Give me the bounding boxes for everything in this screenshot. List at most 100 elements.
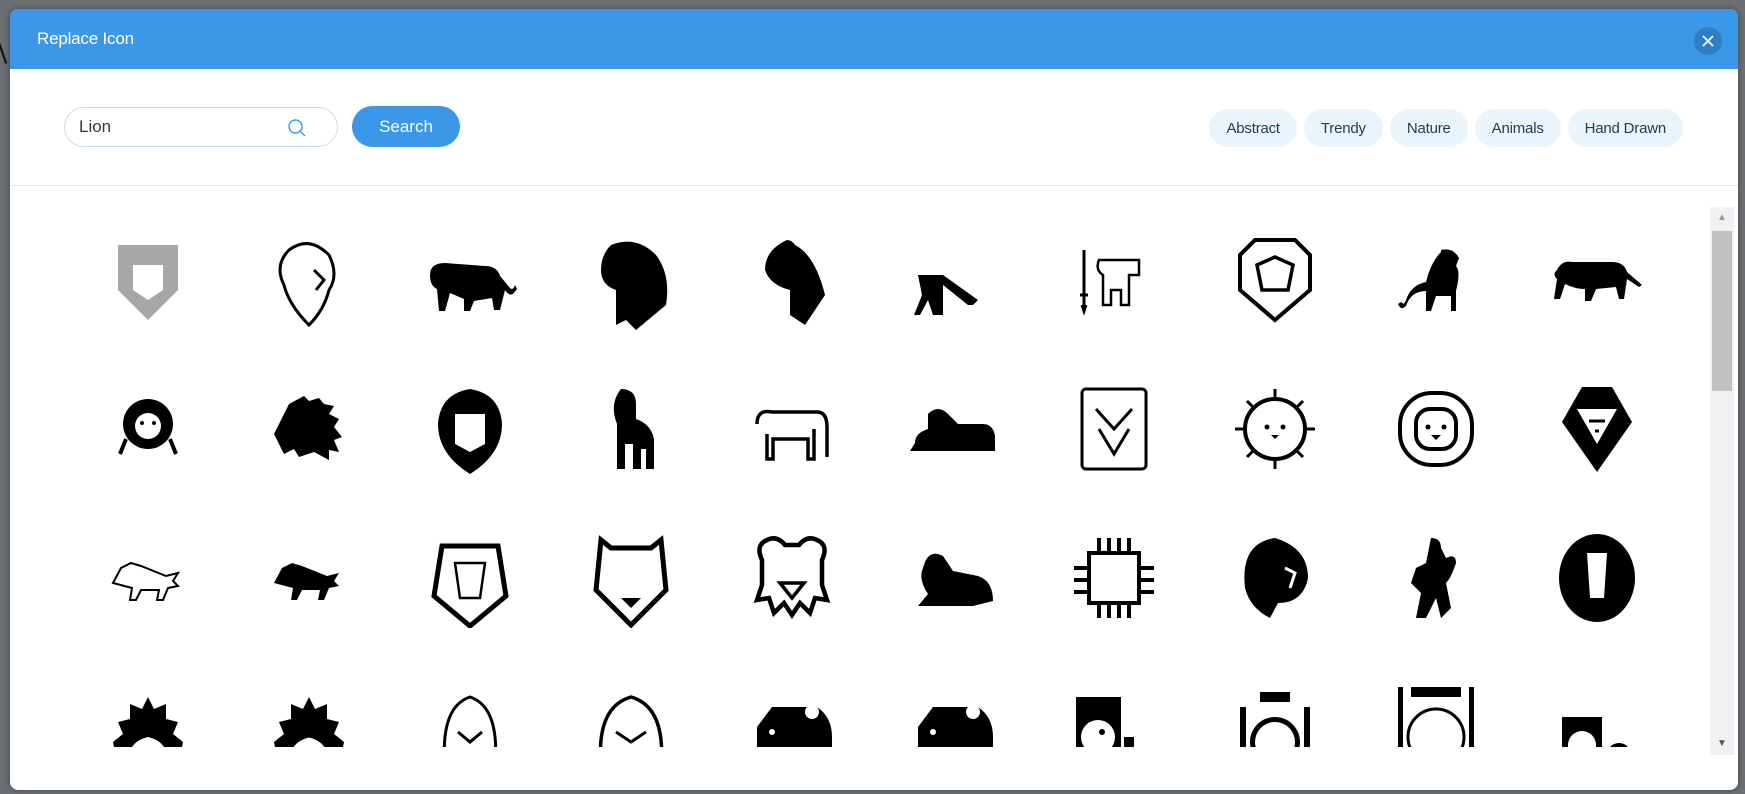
- icon-result-item[interactable]: [1033, 652, 1194, 747]
- icon-result-item[interactable]: [872, 503, 1033, 652]
- background-page-glyph: \: [0, 20, 7, 75]
- lion-roaring-head-outline-icon: [278, 241, 335, 327]
- scroll-up-button[interactable]: ▲: [1710, 207, 1734, 227]
- icon-results-grid: [67, 205, 1677, 747]
- close-icon: [1702, 35, 1714, 47]
- lion-spiky-mane-cartoon-icon: [112, 696, 183, 747]
- icon-result-item[interactable]: [711, 652, 872, 747]
- lion-sunburst-oval-icon: [1558, 533, 1635, 622]
- lioness-walking-silhouette-icon: [1553, 261, 1642, 301]
- icon-result-item[interactable]: [1194, 205, 1355, 354]
- icon-result-item[interactable]: [389, 652, 550, 747]
- icon-result-item[interactable]: [228, 205, 389, 354]
- icon-result-item[interactable]: [228, 652, 389, 747]
- lion-lying-statue-icon: [909, 408, 995, 451]
- lion-pentagon-face-icon: [430, 543, 509, 628]
- icon-result-item[interactable]: [550, 503, 711, 652]
- icon-result-item[interactable]: [1516, 354, 1677, 503]
- lion-face-mane-icon: [437, 388, 502, 474]
- icon-result-item[interactable]: [550, 652, 711, 747]
- lion-sketch-outline-icon: [111, 561, 180, 601]
- search-input[interactable]: [79, 117, 279, 137]
- search-button[interactable]: Search: [352, 106, 460, 147]
- lion-cartoon-face-outline-icon: [753, 535, 830, 619]
- scroll-thumb[interactable]: [1712, 231, 1732, 391]
- lion-tribal-mane-icon: [1243, 537, 1308, 618]
- close-button[interactable]: [1694, 27, 1722, 55]
- icon-result-item[interactable]: [1516, 652, 1677, 747]
- icon-result-item[interactable]: [872, 205, 1033, 354]
- icon-result-item[interactable]: [228, 503, 389, 652]
- icon-result-item[interactable]: [1194, 652, 1355, 747]
- icon-results-area: [10, 187, 1710, 747]
- lion-cub-face-icon: [117, 398, 178, 455]
- icon-result-item[interactable]: [389, 354, 550, 503]
- category-chip-abstract[interactable]: Abstract: [1209, 109, 1297, 147]
- lion-lying-silhouette-icon: [917, 553, 993, 606]
- lion-standing-silhouette-icon: [1397, 248, 1459, 311]
- icon-result-item[interactable]: [67, 205, 228, 354]
- results-scrollbar[interactable]: ▲ ▼: [1710, 207, 1734, 755]
- lion-line-standing-icon: [754, 409, 829, 461]
- lion-triangle-mane-icon: [1561, 386, 1632, 472]
- search-toolbar: Search Abstract Trendy Nature Animals Ha…: [10, 69, 1738, 186]
- search-field[interactable]: [64, 107, 338, 147]
- lion-geometric-walking-icon: [913, 274, 978, 315]
- sri-lanka-lion-sword-icon: [1079, 249, 1140, 316]
- bear-cage-icon: [1075, 696, 1134, 747]
- icon-result-item[interactable]: [1194, 354, 1355, 503]
- lion-spiky-mane-face-icon: [273, 696, 344, 747]
- icon-result-item[interactable]: [1033, 503, 1194, 652]
- lion-spiky-mane-head-icon: [273, 395, 342, 460]
- lion-sun-face-icon: [1234, 388, 1315, 469]
- dialog-title: Replace Icon: [37, 29, 134, 48]
- lion-rampant-heraldic-icon: [1410, 537, 1456, 618]
- scroll-down-button[interactable]: ▼: [1710, 733, 1734, 753]
- category-chip-hand-drawn[interactable]: Hand Drawn: [1567, 109, 1683, 147]
- icon-result-item[interactable]: [711, 503, 872, 652]
- icon-result-item[interactable]: [67, 652, 228, 747]
- icon-result-item[interactable]: [67, 503, 228, 652]
- icon-result-item[interactable]: [1355, 354, 1516, 503]
- icon-result-item[interactable]: [228, 354, 389, 503]
- category-chip-animals[interactable]: Animals: [1474, 109, 1561, 147]
- icon-result-item[interactable]: [550, 205, 711, 354]
- lion-face-framed-icon: [1080, 387, 1147, 470]
- icon-result-item[interactable]: [67, 354, 228, 503]
- icon-result-item[interactable]: [1355, 205, 1516, 354]
- lion-cartoon-eyes-face-icon: [598, 694, 663, 747]
- icon-result-item[interactable]: [1033, 205, 1194, 354]
- category-chip-trendy[interactable]: Trendy: [1303, 109, 1383, 147]
- icon-result-item[interactable]: [389, 205, 550, 354]
- bear-bars-icon: [1239, 691, 1310, 747]
- icon-result-item[interactable]: [1355, 503, 1516, 652]
- lion-circuit-face-icon: [1073, 537, 1154, 618]
- icon-result-item[interactable]: [550, 354, 711, 503]
- lion-abstract-block-2-icon: [917, 704, 993, 747]
- icon-result-item[interactable]: [389, 503, 550, 652]
- lion-shield-geometric-icon: [117, 244, 178, 320]
- lion-abstract-block-icon: [756, 704, 832, 747]
- icon-result-item[interactable]: [872, 354, 1033, 503]
- bear-small-cage-icon: [1561, 716, 1628, 747]
- lioness-head-profile-silhouette-icon: [764, 239, 825, 325]
- category-chip-nature[interactable]: Nature: [1389, 109, 1468, 147]
- icon-result-item[interactable]: [1194, 503, 1355, 652]
- dialog-header: Replace Icon: [10, 9, 1738, 69]
- lion-cub-outline-face-icon: [442, 694, 497, 747]
- lion-hexagon-face-outline-icon: [1237, 237, 1312, 323]
- icon-result-item[interactable]: [711, 354, 872, 503]
- icon-result-item[interactable]: [1033, 354, 1194, 503]
- lion-head-profile-silhouette-icon: [600, 241, 667, 330]
- lion-round-face-icon: [1397, 390, 1474, 467]
- icon-result-item[interactable]: [1516, 205, 1677, 354]
- icon-result-item[interactable]: [1516, 503, 1677, 652]
- cheetah-face-outline-icon: [592, 534, 669, 628]
- icon-result-item[interactable]: [711, 205, 872, 354]
- search-icon[interactable]: [287, 118, 307, 138]
- icon-result-item[interactable]: [872, 652, 1033, 747]
- bear-bars-2-icon: [1397, 686, 1474, 747]
- icon-result-item[interactable]: [1355, 652, 1516, 747]
- lion-sketch-silhouette-icon: [273, 562, 339, 600]
- lion-walking-silhouette-icon: [429, 262, 517, 311]
